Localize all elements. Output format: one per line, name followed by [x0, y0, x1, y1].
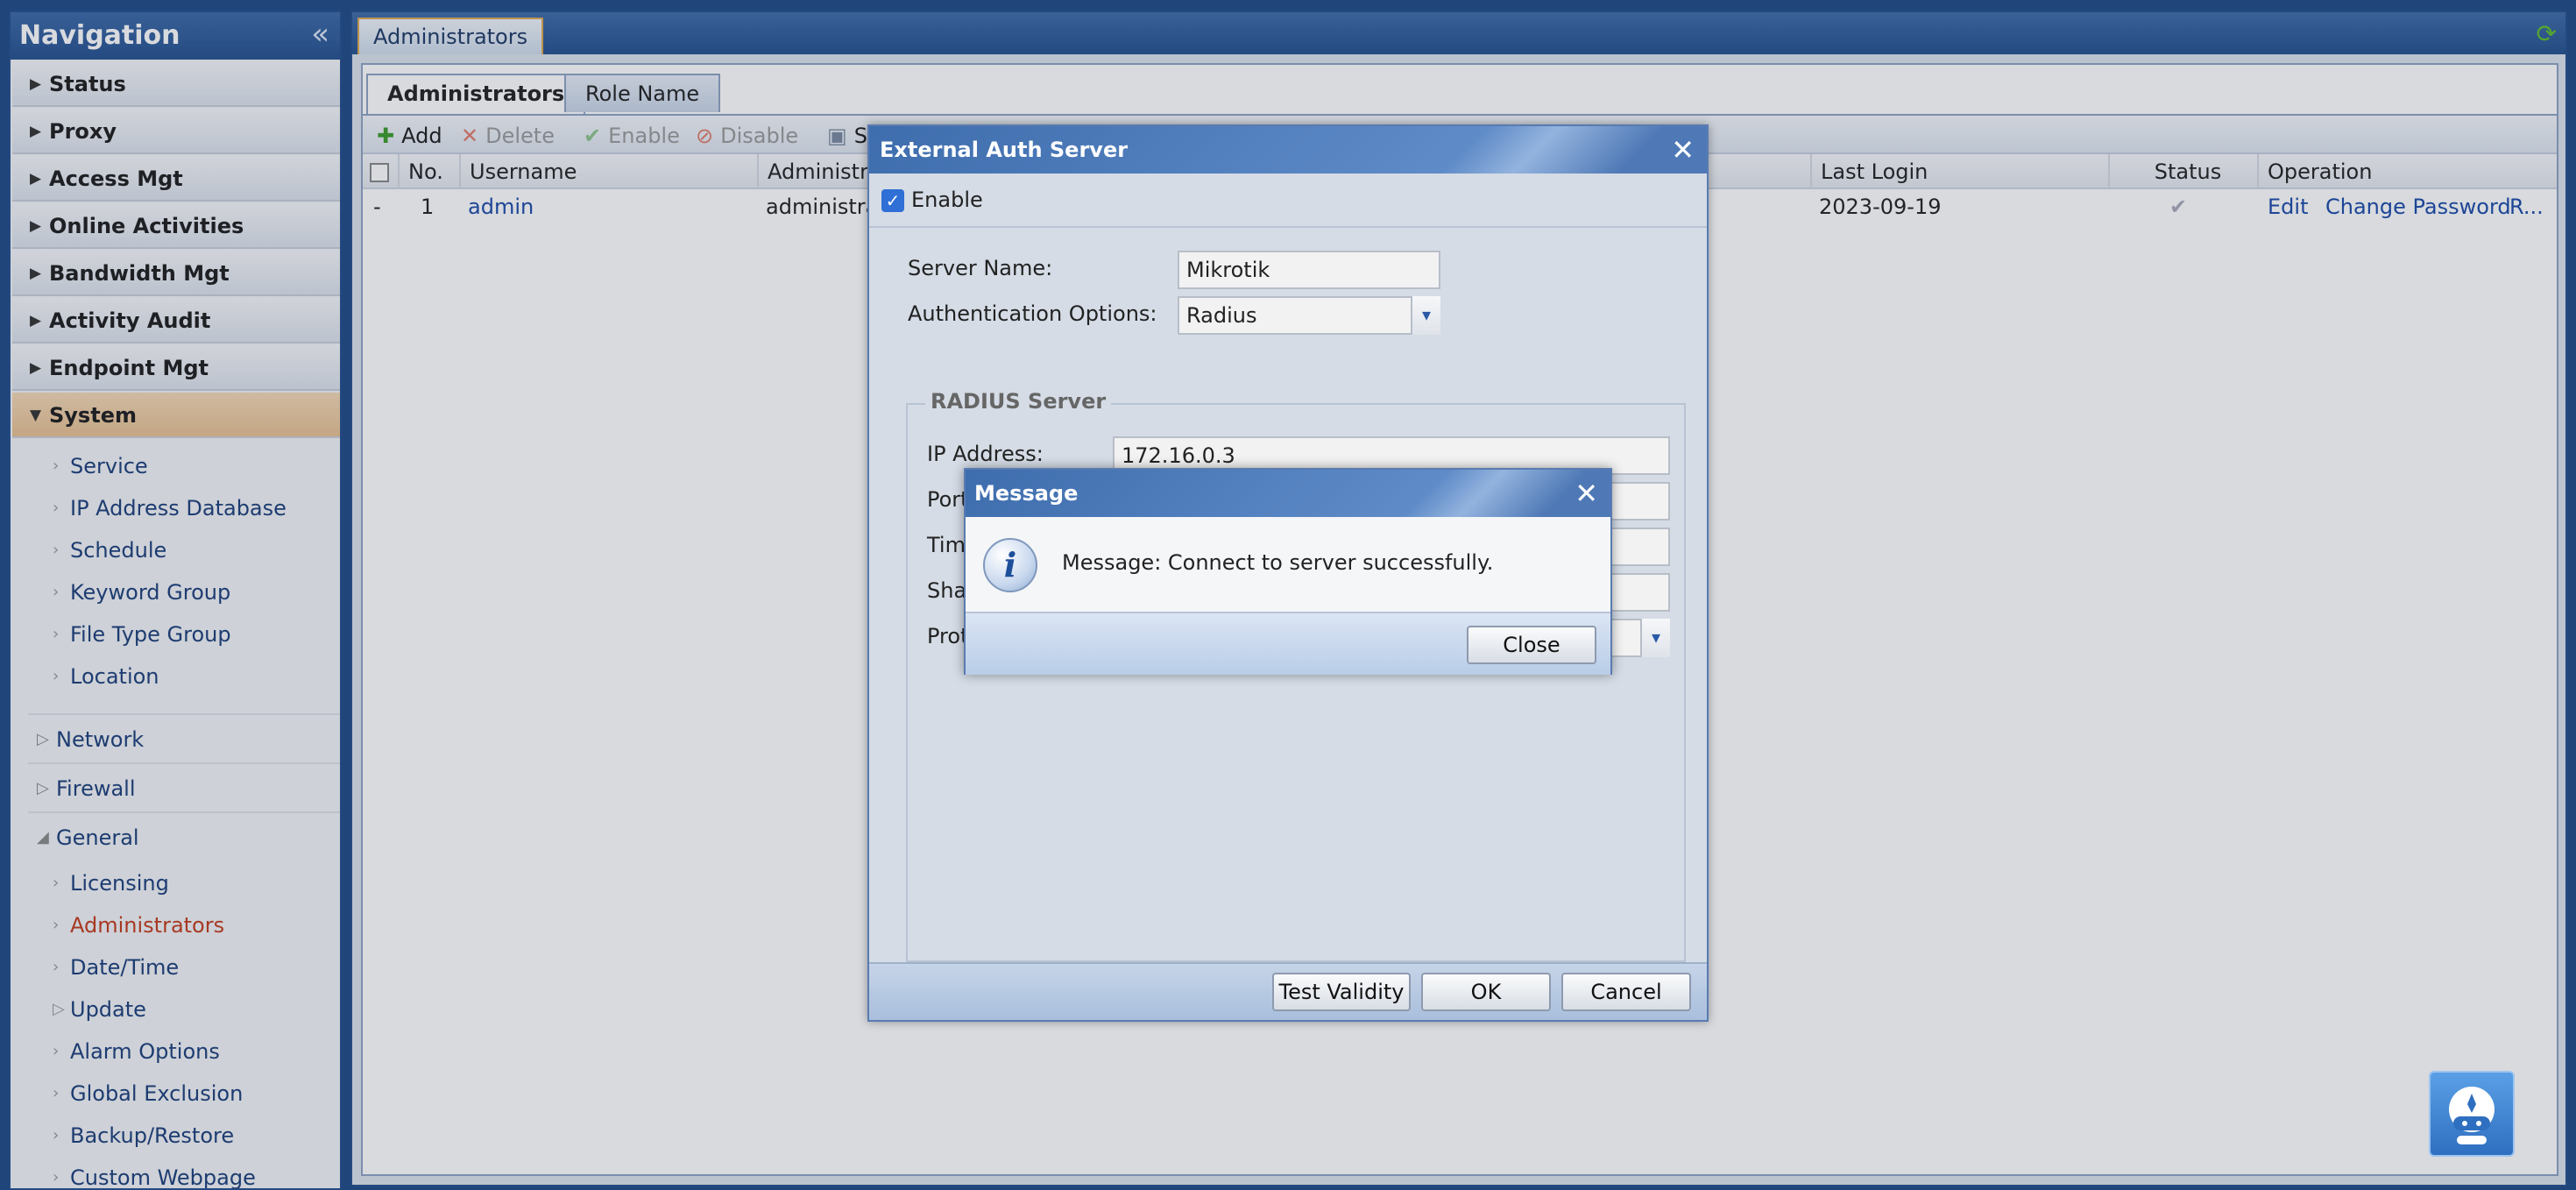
authentication-options-label: Authentication Options:: [908, 301, 1157, 326]
enable-label: Enable: [911, 188, 983, 212]
timeout-label: Tim: [927, 533, 966, 557]
message-footer: Close: [966, 613, 1610, 675]
ip-address-label: IP Address:: [927, 442, 1044, 466]
shared-secret-label: Sha: [927, 578, 967, 603]
dialog-title: External Auth Server ✕: [869, 126, 1707, 174]
message-dialog-title: Message ✕: [966, 470, 1610, 517]
close-button[interactable]: Close: [1467, 626, 1596, 664]
dialog-footer: Test Validity OK Cancel: [869, 962, 1707, 1020]
test-validity-button[interactable]: Test Validity: [1272, 973, 1411, 1011]
server-name-label: Server Name:: [908, 256, 1053, 280]
close-icon[interactable]: ✕: [1575, 470, 1598, 517]
close-icon[interactable]: ✕: [1671, 126, 1695, 174]
cancel-button[interactable]: Cancel: [1561, 973, 1691, 1011]
server-name-field[interactable]: Mikrotik: [1178, 251, 1440, 289]
protocol-label: Prot: [927, 624, 969, 648]
enable-row: ✓ Enable: [869, 174, 1707, 228]
info-icon: i: [983, 538, 1037, 592]
authentication-options-select[interactable]: Radius ▾: [1178, 296, 1440, 335]
message-body: i Message: Connect to server successfull…: [966, 517, 1610, 613]
enable-checkbox[interactable]: ✓: [881, 189, 904, 212]
radius-server-legend: RADIUS Server: [925, 389, 1112, 414]
chevron-down-icon[interactable]: ▾: [1640, 619, 1670, 657]
ok-button[interactable]: OK: [1421, 973, 1551, 1011]
chevron-down-icon[interactable]: ▾: [1411, 296, 1440, 335]
robot-icon: [2449, 1087, 2495, 1144]
message-text: Message: Connect to server successfully.: [1062, 550, 1494, 575]
message-dialog: Message ✕ i Message: Connect to server s…: [964, 468, 1612, 675]
assistant-robot-icon[interactable]: [2429, 1071, 2515, 1157]
